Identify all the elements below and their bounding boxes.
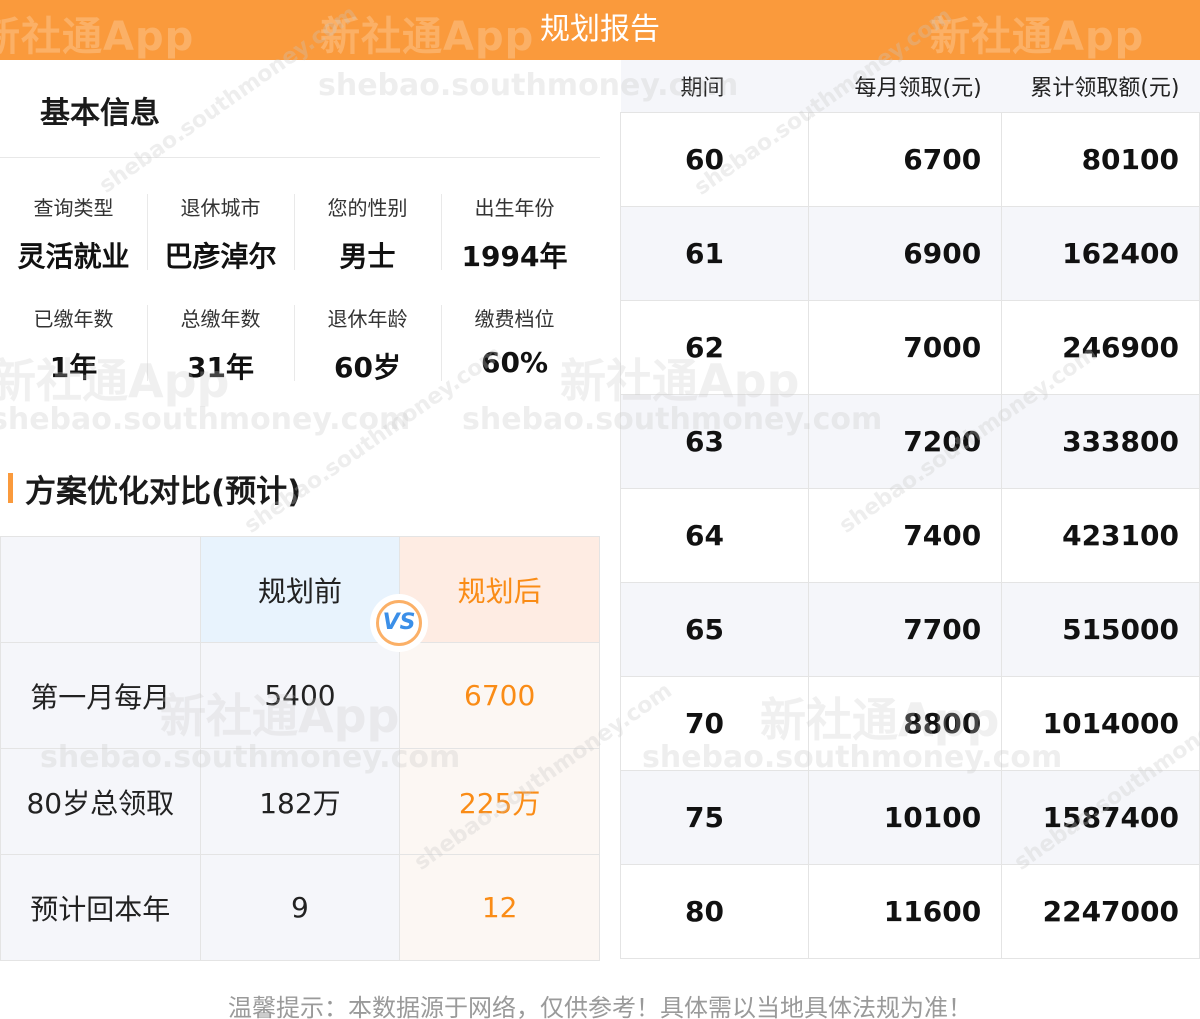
table-row: 75 10100 1587400 xyxy=(620,769,1200,865)
info-label: 退休城市 xyxy=(180,196,261,220)
monthly-cell: 11600 xyxy=(807,863,1003,959)
monthly-cell: 8800 xyxy=(807,675,1003,771)
cumulative-cell: 333800 xyxy=(1001,393,1200,489)
table-row: 63 7200 333800 xyxy=(620,393,1200,489)
after-value: 12 xyxy=(399,854,600,961)
comparison-corner-cell xyxy=(0,536,201,643)
info-value: 1994年 xyxy=(461,240,568,273)
table-row: 第一月每月 5400 6700 xyxy=(0,642,600,749)
info-label: 您的性别 xyxy=(327,196,408,220)
table-row: 62 7000 246900 xyxy=(620,299,1200,395)
col-header-after: 规划后 xyxy=(399,536,600,643)
table-row: 65 7700 515000 xyxy=(620,581,1200,677)
basic-info-grid: 查询类型 灵活就业 退休城市 巴彦淖尔 您的性别 男士 出生年份 1994年 已… xyxy=(0,180,588,402)
table-row: 预计回本年 9 12 xyxy=(0,854,600,961)
comparison-table: 规划前 规划后 第一月每月 5400 6700 80岁总领取 182万 225万… xyxy=(0,536,600,961)
col-header-period: 期间 xyxy=(620,60,809,113)
comparison-header-row: 规划前 规划后 xyxy=(0,536,600,643)
info-cell-contribution-level: 缴费档位 60% xyxy=(441,291,588,402)
before-value: 182万 xyxy=(199,748,401,855)
table-row: 70 8800 1014000 xyxy=(620,675,1200,771)
basic-info-title: 基本信息 xyxy=(40,96,160,131)
cumulative-cell: 80100 xyxy=(1001,111,1200,207)
period-cell: 62 xyxy=(620,299,809,395)
row-label: 预计回本年 xyxy=(0,854,201,961)
left-panel: 基本信息 查询类型 灵活就业 退休城市 巴彦淖尔 您的性别 男士 出生年份 19… xyxy=(0,60,600,961)
section-accent-bar xyxy=(8,473,13,503)
page-title: 规划报告 xyxy=(540,12,660,47)
table-row: 80岁总领取 182万 225万 xyxy=(0,748,600,855)
cumulative-cell: 515000 xyxy=(1001,581,1200,677)
cumulative-cell: 2247000 xyxy=(1001,863,1200,959)
pension-table: 期间 每月领取(元) 累计领取额(元) 60 6700 80100 61 690… xyxy=(620,60,1200,959)
table-row: 80 11600 2247000 xyxy=(620,863,1200,959)
row-label: 第一月每月 xyxy=(0,642,201,749)
after-value: 225万 xyxy=(399,748,600,855)
info-label: 总缴年数 xyxy=(180,307,261,331)
info-value: 60% xyxy=(480,346,549,379)
info-value: 1年 xyxy=(49,351,98,384)
period-cell: 80 xyxy=(620,863,809,959)
divider xyxy=(0,157,600,158)
monthly-cell: 10100 xyxy=(807,769,1003,865)
table-row: 60 6700 80100 xyxy=(620,111,1200,207)
monthly-cell: 7000 xyxy=(807,299,1003,395)
monthly-cell: 6700 xyxy=(807,111,1003,207)
monthly-cell: 7700 xyxy=(807,581,1003,677)
cumulative-cell: 1014000 xyxy=(1001,675,1200,771)
monthly-cell: 7400 xyxy=(807,487,1003,583)
info-value: 灵活就业 xyxy=(17,240,130,273)
period-cell: 60 xyxy=(620,111,809,207)
comparison-section-header: 方案优化对比(预计) xyxy=(8,468,302,510)
info-value: 男士 xyxy=(339,240,396,273)
before-value: 5400 xyxy=(199,642,401,749)
info-cell-retire-city: 退休城市 巴彦淖尔 xyxy=(147,180,294,291)
before-value: 9 xyxy=(199,854,401,961)
info-cell-gender: 您的性别 男士 xyxy=(294,180,441,291)
info-label: 退休年龄 xyxy=(327,307,408,331)
right-panel: 期间 每月领取(元) 累计领取额(元) 60 6700 80100 61 690… xyxy=(620,60,1200,959)
comparison-title: 方案优化对比(预计) xyxy=(25,473,302,510)
vs-icon: VS xyxy=(376,600,422,646)
monthly-cell: 6900 xyxy=(807,205,1003,301)
table-row: 64 7400 423100 xyxy=(620,487,1200,583)
after-value: 6700 xyxy=(399,642,600,749)
table-row: 61 6900 162400 xyxy=(620,205,1200,301)
info-cell-total-years: 总缴年数 31年 xyxy=(147,291,294,402)
pension-header-row: 期间 每月领取(元) 累计领取额(元) xyxy=(620,60,1200,113)
info-cell-birth-year: 出生年份 1994年 xyxy=(441,180,588,291)
cumulative-cell: 423100 xyxy=(1001,487,1200,583)
info-cell-paid-years: 已缴年数 1年 xyxy=(0,291,147,402)
info-value: 60岁 xyxy=(334,351,401,384)
period-cell: 75 xyxy=(620,769,809,865)
period-cell: 64 xyxy=(620,487,809,583)
info-cell-retire-age: 退休年龄 60岁 xyxy=(294,291,441,402)
info-label: 缴费档位 xyxy=(474,307,555,331)
info-label: 查询类型 xyxy=(33,196,114,220)
row-label: 80岁总领取 xyxy=(0,748,201,855)
cumulative-cell: 1587400 xyxy=(1001,769,1200,865)
period-cell: 70 xyxy=(620,675,809,771)
info-label: 已缴年数 xyxy=(33,307,114,331)
col-header-cumulative: 累计领取额(元) xyxy=(1001,60,1200,113)
info-cell-query-type: 查询类型 灵活就业 xyxy=(0,180,147,291)
col-header-monthly: 每月领取(元) xyxy=(808,60,1002,113)
info-value: 巴彦淖尔 xyxy=(164,240,277,273)
cumulative-cell: 246900 xyxy=(1001,299,1200,395)
period-cell: 61 xyxy=(620,205,809,301)
vs-badge: VS xyxy=(372,596,426,650)
period-cell: 65 xyxy=(620,581,809,677)
info-row: 查询类型 灵活就业 退休城市 巴彦淖尔 您的性别 男士 出生年份 1994年 xyxy=(0,180,588,291)
info-row: 已缴年数 1年 总缴年数 31年 退休年龄 60岁 缴费档位 60% xyxy=(0,291,588,402)
info-value: 31年 xyxy=(187,351,254,384)
period-cell: 63 xyxy=(620,393,809,489)
cumulative-cell: 162400 xyxy=(1001,205,1200,301)
header-bar: 新社通App 新社通App 新社通App 规划报告 xyxy=(0,0,1200,60)
col-header-before: 规划前 xyxy=(199,536,401,643)
footer-notice: 温馨提示：本数据源于网络，仅供参考！具体需以当地具体法规为准！ xyxy=(228,994,972,1019)
monthly-cell: 7200 xyxy=(807,393,1003,489)
info-label: 出生年份 xyxy=(474,196,555,220)
